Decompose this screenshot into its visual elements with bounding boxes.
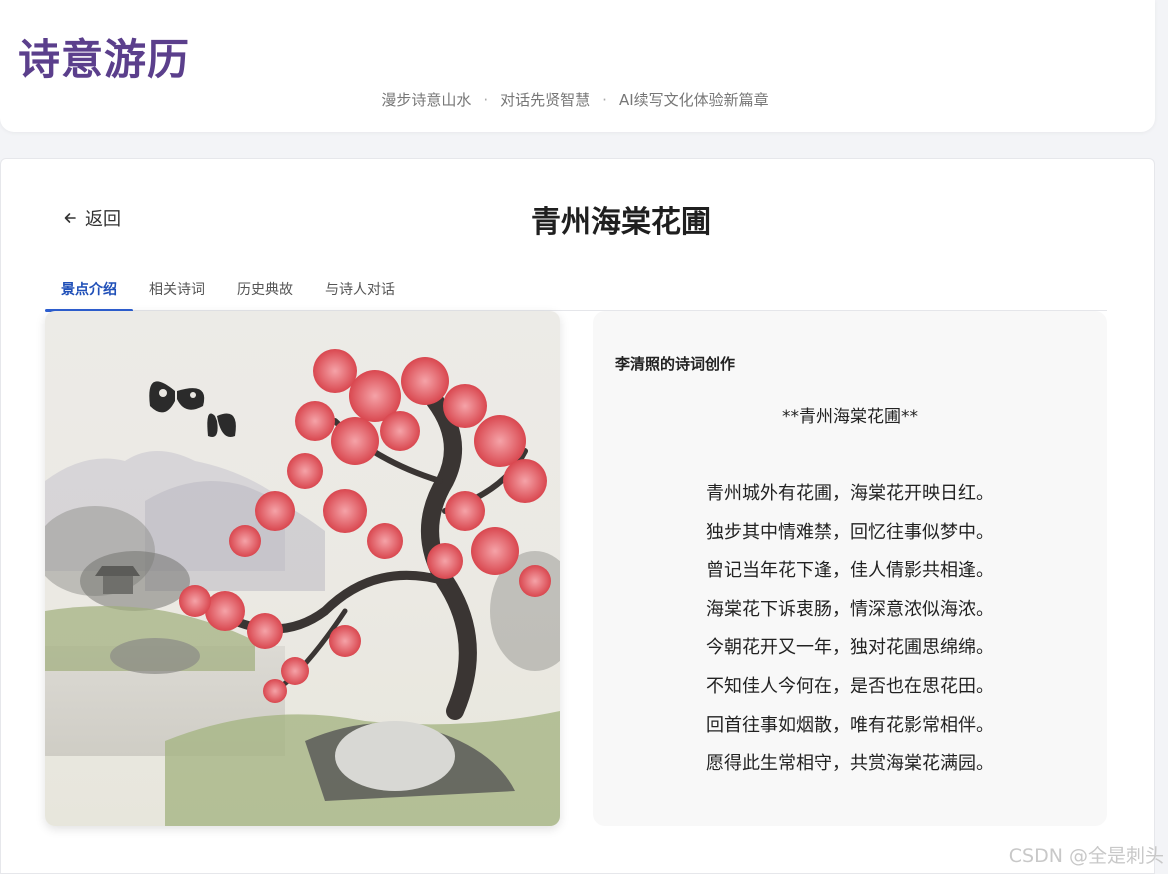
page: 诗意游历 漫步诗意山水 · 对话先贤智慧 · AI续写文化体验新篇章 返回 青州海棠花圃…	[0, 0, 1168, 874]
spot-detail-card: 返回 青州海棠花圃 景点介绍 相关诗词 历史典故 与诗人对话 李清照的诗词创作 …	[0, 158, 1155, 874]
tagline-part: AI续写文化体验新篇章	[618, 91, 769, 109]
detail-tabs: 景点介绍 相关诗词 历史典故 与诗人对话	[45, 275, 1107, 312]
poem-line: 青州城外有花圃，海棠花开映日红。	[706, 483, 994, 504]
tagline-part: 漫步诗意山水	[381, 91, 472, 109]
poem-lines: 青州城外有花圃，海棠花开映日红。 独步其中情难禁，回忆往事似梦中。 曾记当年花下…	[593, 475, 1107, 784]
poem-line: 独步其中情难禁，回忆往事似梦中。	[706, 521, 994, 543]
tab-history[interactable]: 历史典故	[221, 275, 309, 311]
poem-line: 今朝花开又一年，独对花圃思绵绵。	[706, 637, 994, 659]
tagline-separator: ·	[602, 91, 607, 109]
csdn-watermark: CSDN @全是刺头	[1008, 845, 1164, 867]
poem-line: 海棠花下诉衷肠，情深意浓似海浓。	[706, 598, 994, 620]
poem-panel: 李清照的诗词创作 **青州海棠花圃** 青州城外有花圃，海棠花开映日红。 独步其…	[593, 311, 1107, 826]
spot-painting	[45, 311, 560, 826]
poem-line: 不知佳人今何在，是否也在思花田。	[706, 675, 994, 697]
tagline-separator: ·	[483, 91, 489, 109]
site-header: 诗意游历 漫步诗意山水 · 对话先贤智慧 · AI续写文化体验新篇章	[0, 0, 1155, 132]
poem-title: **青州海棠花圃**	[782, 407, 918, 427]
painting-illustration	[45, 349, 560, 826]
tab-poet-chat[interactable]: 与诗人对话	[309, 275, 411, 311]
poem-line: 曾记当年花下逢，佳人倩影共相逢。	[706, 560, 994, 582]
page-title: 青州海棠花圃	[531, 205, 711, 240]
site-tagline: 漫步诗意山水 · 对话先贤智慧 · AI续写文化体验新篇章	[0, 89, 1150, 110]
poem-line: 回首往事如烟散，唯有花影常相伴。	[706, 714, 994, 736]
tagline-part: 对话先贤智慧	[500, 91, 591, 109]
arrow-left-icon	[64, 213, 76, 223]
tab-intro[interactable]: 景点介绍	[45, 275, 133, 312]
back-button[interactable]: 返回	[63, 205, 121, 231]
poem-heading: 李清照的诗词创作	[615, 355, 736, 373]
site-title: 诗意游历	[18, 35, 191, 84]
tab-poems[interactable]: 相关诗词	[133, 275, 221, 311]
back-label: 返回	[85, 209, 121, 230]
poem-line: 愿得此生常相守，共赏海棠花满园。	[706, 753, 994, 775]
